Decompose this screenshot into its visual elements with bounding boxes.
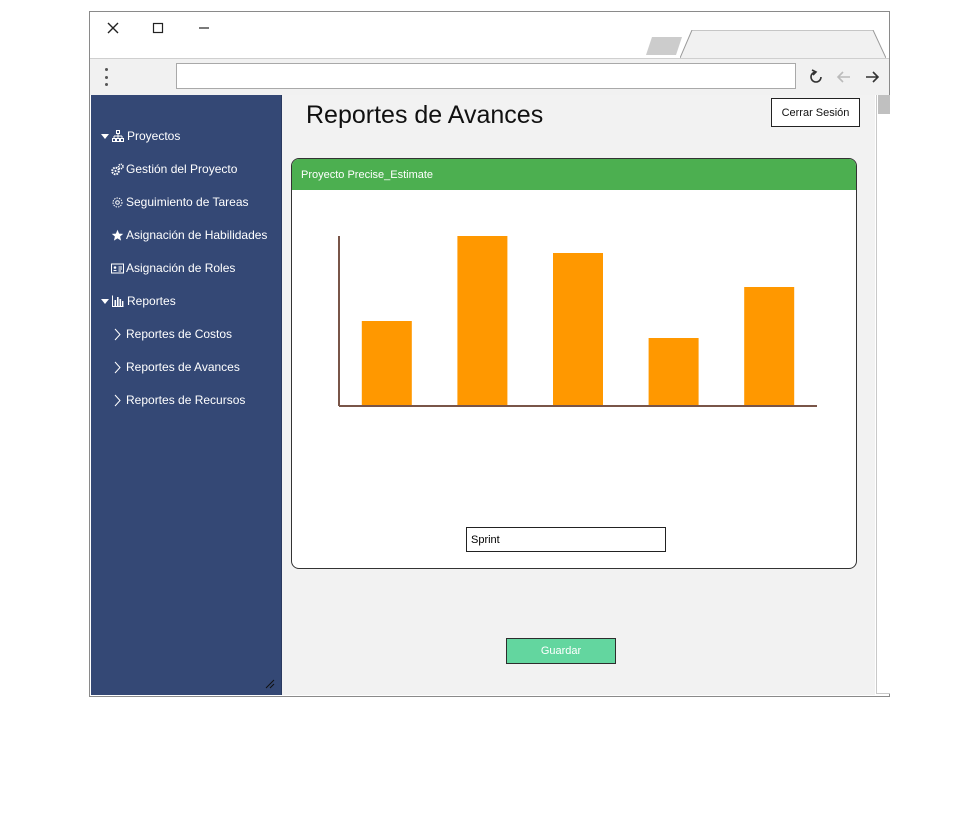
card-header: Proyecto Precise_Estimate bbox=[292, 159, 856, 190]
sidebar: Proyectos Gestión del Proyecto Seguimien… bbox=[91, 95, 282, 695]
sidebar-item-reportes-costos[interactable]: Reportes de Costos bbox=[110, 323, 232, 345]
sidebar-section-label: Proyectos bbox=[127, 129, 181, 143]
sidebar-item-reportes-avances[interactable]: Reportes de Avances bbox=[110, 356, 240, 378]
tab-inactive[interactable] bbox=[646, 37, 682, 55]
url-input[interactable] bbox=[176, 63, 796, 89]
gears-icon bbox=[110, 162, 124, 176]
gear-icon bbox=[110, 195, 124, 209]
close-icon[interactable] bbox=[103, 18, 123, 38]
sidebar-item-label: Reportes de Recursos bbox=[126, 393, 246, 407]
sidebar-item-label: Reportes de Avances bbox=[126, 360, 240, 374]
sidebar-item-label: Gestión del Proyecto bbox=[126, 162, 238, 176]
menu-dots-icon[interactable] bbox=[100, 68, 112, 86]
back-icon[interactable] bbox=[834, 67, 854, 87]
tab-active[interactable] bbox=[680, 30, 886, 58]
progress-chart bbox=[338, 236, 817, 407]
chevron-right-icon bbox=[110, 327, 124, 341]
caret-down-icon bbox=[101, 133, 109, 139]
sidebar-item-label: Asignación de Habilidades bbox=[126, 228, 268, 242]
sitemap-icon bbox=[111, 129, 125, 143]
chart-bar bbox=[361, 321, 412, 406]
chevron-right-icon bbox=[110, 393, 124, 407]
sidebar-item-gestion-proyecto[interactable]: Gestión del Proyecto bbox=[110, 158, 237, 180]
title-bar bbox=[90, 12, 889, 58]
sidebar-section-proyectos[interactable]: Proyectos bbox=[101, 125, 180, 147]
sidebar-section-reportes[interactable]: Reportes bbox=[101, 290, 176, 312]
main-content: Reportes de Avances Cerrar Sesión Proyec… bbox=[282, 95, 875, 695]
caret-down-icon bbox=[101, 298, 109, 304]
maximize-icon[interactable] bbox=[148, 18, 168, 38]
reload-icon[interactable] bbox=[806, 67, 826, 87]
vertical-scrollbar[interactable] bbox=[876, 95, 890, 694]
sidebar-section-label: Reportes bbox=[127, 294, 176, 308]
sidebar-item-asignacion-roles[interactable]: Asignación de Roles bbox=[110, 257, 235, 279]
sprint-field[interactable]: Sprint bbox=[466, 527, 666, 552]
minimize-icon[interactable] bbox=[194, 18, 214, 38]
scrollbar-thumb[interactable] bbox=[878, 95, 890, 114]
report-card: Proyecto Precise_Estimate Sprint bbox=[291, 158, 857, 569]
chart-bar bbox=[553, 253, 603, 406]
page-title: Reportes de Avances bbox=[306, 101, 544, 129]
address-bar bbox=[90, 58, 889, 95]
bar-chart-icon bbox=[111, 294, 125, 308]
browser-window: Proyectos Gestión del Proyecto Seguimien… bbox=[89, 11, 890, 697]
chevron-right-icon bbox=[110, 360, 124, 374]
sidebar-item-asignacion-habilidades[interactable]: Asignación de Habilidades bbox=[110, 224, 267, 246]
chart-bar bbox=[457, 236, 508, 406]
logout-button[interactable]: Cerrar Sesión bbox=[771, 98, 860, 127]
sidebar-item-label: Seguimiento de Tareas bbox=[126, 195, 249, 209]
star-icon bbox=[110, 228, 124, 242]
sidebar-item-label: Asignación de Roles bbox=[126, 261, 236, 275]
sidebar-item-seguimiento-tareas[interactable]: Seguimiento de Tareas bbox=[110, 191, 249, 213]
chart-bar bbox=[744, 287, 795, 406]
sidebar-item-label: Reportes de Costos bbox=[126, 327, 233, 341]
sidebar-item-reportes-recursos[interactable]: Reportes de Recursos bbox=[110, 389, 245, 411]
chart-bar bbox=[648, 338, 699, 406]
forward-icon[interactable] bbox=[862, 67, 882, 87]
id-card-icon bbox=[110, 261, 124, 275]
resize-handle-icon[interactable] bbox=[265, 679, 275, 689]
save-button[interactable]: Guardar bbox=[506, 638, 616, 664]
